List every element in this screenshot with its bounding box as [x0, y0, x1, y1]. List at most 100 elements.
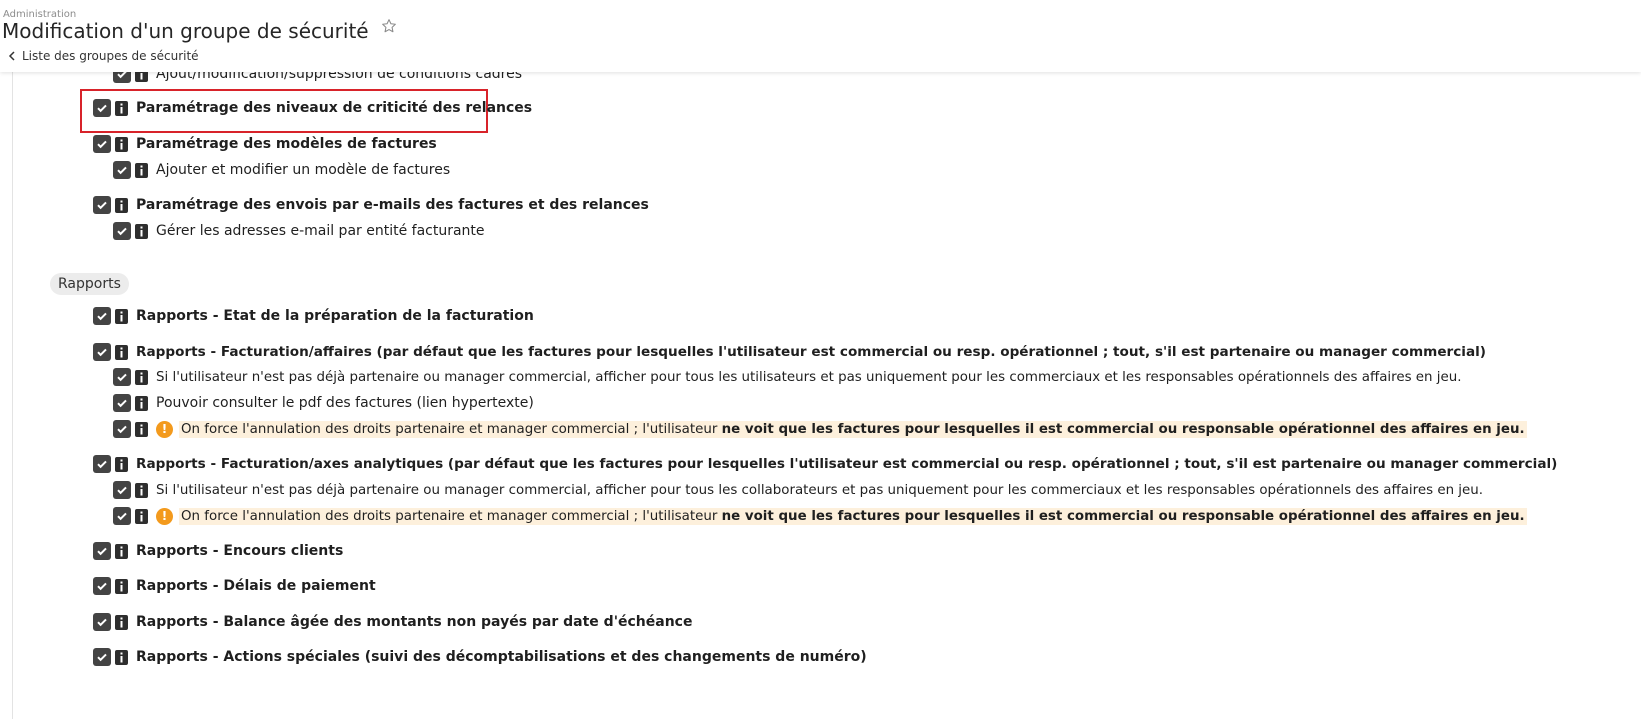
permission-label: Rapports - Encours clients: [136, 543, 344, 559]
permission-label: Rapports - Délais de paiement: [136, 578, 376, 594]
checkbox-checked[interactable]: [93, 455, 111, 473]
check-icon: [97, 460, 107, 469]
checkbox-checked[interactable]: [93, 577, 111, 595]
permission-label: Paramétrage des envois par e-mails des f…: [136, 197, 649, 213]
info-icon[interactable]: [115, 649, 128, 665]
info-icon[interactable]: [115, 456, 128, 472]
back-link-label: Liste des groupes de sécurité: [22, 49, 199, 63]
checkbox-checked[interactable]: [113, 368, 131, 386]
info-icon[interactable]: [115, 100, 128, 116]
permission-label: Si l'utilisateur n'est pas déjà partenai…: [156, 482, 1484, 498]
chevron-left-icon: [8, 51, 15, 61]
info-icon[interactable]: [135, 508, 148, 524]
permission-row: Ajouter et modifier un modèle de facture…: [113, 161, 450, 179]
info-icon[interactable]: [135, 162, 148, 178]
permission-label: Si l'utilisateur n'est pas déjà partenai…: [156, 369, 1462, 385]
permission-row: Si l'utilisateur n'est pas déjà partenai…: [113, 368, 1462, 386]
checkbox-checked[interactable]: [113, 507, 131, 525]
permission-row: Si l'utilisateur n'est pas déjà partenai…: [113, 481, 1483, 499]
info-icon[interactable]: [115, 344, 128, 360]
check-icon: [117, 166, 127, 175]
info-icon[interactable]: [115, 197, 128, 213]
permission-row: Rapports - Facturation/affaires (par déf…: [93, 343, 1486, 361]
checkbox-checked[interactable]: [93, 307, 111, 325]
permission-label: Rapports - Etat de la préparation de la …: [136, 308, 534, 324]
permission-row: Paramétrage des niveaux de criticité des…: [93, 99, 532, 117]
info-icon[interactable]: [135, 72, 148, 82]
back-to-list-link[interactable]: Liste des groupes de sécurité: [8, 49, 199, 63]
checkbox-checked[interactable]: [93, 542, 111, 560]
check-icon: [117, 373, 127, 382]
permission-row: Rapports - Facturation/axes analytiques …: [93, 455, 1557, 473]
info-icon[interactable]: [135, 395, 148, 411]
checkbox-checked[interactable]: [93, 648, 111, 666]
checkbox-checked[interactable]: [93, 99, 111, 117]
check-icon: [97, 140, 107, 149]
warning-text-bold: ne voit que les factures pour lesquelles…: [721, 508, 1525, 524]
checkbox-checked[interactable]: [93, 343, 111, 361]
info-icon[interactable]: [135, 421, 148, 437]
permission-label: Pouvoir consulter le pdf des factures (l…: [156, 395, 534, 411]
content-left-border: [12, 72, 13, 719]
permission-label: Paramétrage des niveaux de criticité des…: [136, 100, 533, 116]
permission-label: Ajouter et modifier un modèle de facture…: [156, 162, 451, 178]
check-icon: [97, 547, 107, 556]
check-icon: [97, 312, 107, 321]
info-icon[interactable]: [115, 578, 128, 594]
info-icon[interactable]: [135, 369, 148, 385]
checkbox-checked[interactable]: [113, 161, 131, 179]
permission-row-warning: ! On force l'annulation des droits parte…: [113, 507, 1527, 525]
checkbox-checked[interactable]: [113, 222, 131, 240]
permission-row: Rapports - Délais de paiement: [93, 577, 376, 595]
check-icon: [117, 227, 127, 236]
permission-label: Rapports - Actions spéciales (suivi des …: [136, 649, 867, 665]
warning-text-prefix: On force l'annulation des droits partena…: [181, 508, 722, 524]
check-icon: [97, 653, 107, 662]
checkbox-checked[interactable]: [113, 420, 131, 438]
check-icon: [97, 104, 107, 113]
check-icon: [97, 618, 107, 627]
warning-icon: !: [156, 420, 173, 438]
checkbox-checked[interactable]: [113, 72, 131, 83]
checkbox-checked[interactable]: [93, 196, 111, 214]
info-icon[interactable]: [115, 308, 128, 324]
info-icon[interactable]: [115, 136, 128, 152]
permission-row: Paramétrage des modèles de factures: [93, 135, 437, 153]
check-icon: [97, 201, 107, 210]
checkbox-checked[interactable]: [93, 135, 111, 153]
info-icon[interactable]: [115, 543, 128, 559]
permission-row: Rapports - Balance âgée des montants non…: [93, 613, 692, 631]
info-icon[interactable]: [115, 614, 128, 630]
permission-label: Rapports - Facturation/affaires (par déf…: [136, 344, 1487, 360]
permission-row: Paramétrage des envois par e-mails des f…: [93, 196, 649, 214]
permission-row: Gérer les adresses e-mail par entité fac…: [113, 222, 485, 240]
warning-icon: !: [156, 507, 173, 525]
info-icon[interactable]: [135, 482, 148, 498]
warning-text-bold: ne voit que les factures pour lesquelles…: [721, 421, 1525, 437]
checkbox-checked[interactable]: [113, 481, 131, 499]
permission-row: Rapports - Etat de la préparation de la …: [93, 307, 534, 325]
permission-label: Paramétrage des modèles de factures: [136, 136, 437, 152]
permission-row: Rapports - Encours clients: [93, 542, 343, 560]
permission-label: Rapports - Facturation/axes analytiques …: [136, 456, 1558, 472]
permission-label: Ajout/modification/suppression de condit…: [156, 72, 523, 82]
permission-row: Ajout/modification/suppression de condit…: [113, 72, 522, 83]
checkbox-checked[interactable]: [113, 394, 131, 412]
permission-label: Gérer les adresses e-mail par entité fac…: [156, 223, 485, 239]
checkbox-checked[interactable]: [93, 613, 111, 631]
check-icon: [117, 512, 127, 521]
permission-row-warning: ! On force l'annulation des droits parte…: [113, 420, 1527, 438]
page-header: Administration Modification d'un groupe …: [0, 0, 1641, 72]
check-icon: [97, 582, 107, 591]
star-icon[interactable]: [381, 18, 397, 34]
info-icon[interactable]: [135, 223, 148, 239]
check-icon: [117, 486, 127, 495]
warning-text-prefix: On force l'annulation des droits partena…: [181, 421, 722, 437]
page-title: Modification d'un groupe de sécurité: [2, 19, 369, 43]
check-icon: [117, 399, 127, 408]
warning-text: On force l'annulation des droits partena…: [179, 420, 1527, 438]
section-header-rapports: Rapports: [50, 273, 129, 295]
permission-label: Rapports - Balance âgée des montants non…: [136, 614, 693, 630]
warning-text: On force l'annulation des droits partena…: [179, 507, 1527, 525]
permission-row: Rapports - Actions spéciales (suivi des …: [93, 648, 867, 666]
